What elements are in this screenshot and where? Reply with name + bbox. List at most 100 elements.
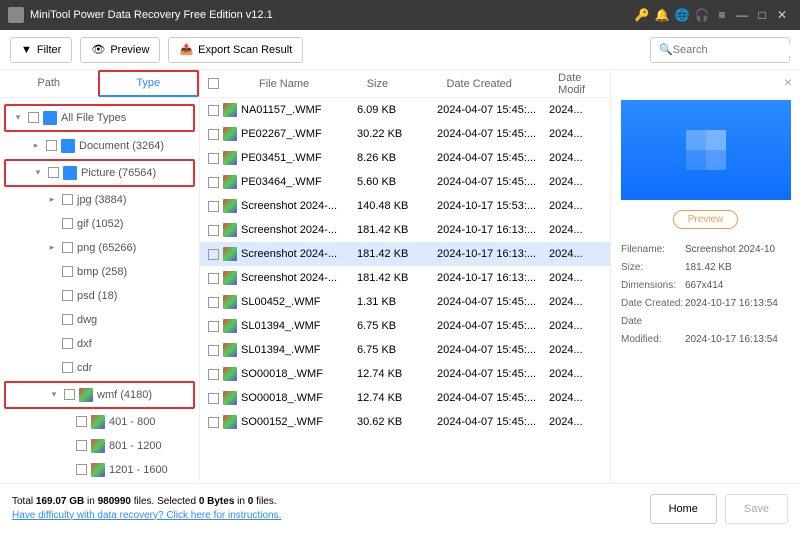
list-header: File Name Size Date Created Date Modif (200, 70, 610, 98)
node-wmf[interactable]: ▾wmf (4180) (6, 383, 193, 407)
node-png[interactable]: ▸png (65266) (0, 236, 199, 260)
table-row[interactable]: SO00018_.WMF12.74 KB2024-04-07 15:45:...… (200, 362, 610, 386)
preview-button[interactable]: 👁Preview (80, 37, 160, 63)
table-row[interactable]: NA01157_.WMF6.09 KB2024-04-07 15:45:...2… (200, 98, 610, 122)
checkbox[interactable] (208, 129, 219, 140)
chevron-right-icon[interactable]: ▸ (30, 140, 42, 151)
node-bmp[interactable]: bmp (258) (0, 260, 199, 284)
checkbox[interactable] (208, 225, 219, 236)
checkbox[interactable] (48, 167, 59, 178)
checkbox[interactable] (208, 105, 219, 116)
table-row[interactable]: SO00152_.WMF30.62 KB2024-04-07 15:45:...… (200, 410, 610, 434)
tab-path[interactable]: Path (0, 70, 98, 97)
close-icon[interactable]: ✕ (772, 8, 792, 22)
checkbox[interactable] (64, 389, 75, 400)
node-dwg[interactable]: dwg (0, 308, 199, 332)
checkbox[interactable] (62, 290, 73, 301)
checkbox[interactable] (208, 273, 219, 284)
node-picture[interactable]: ▾Picture (76564) (6, 161, 193, 185)
col-modified[interactable]: Date Modif (554, 72, 610, 96)
search-box[interactable]: 🔍 (650, 37, 790, 63)
checkbox[interactable] (208, 345, 219, 356)
headset-icon[interactable]: 🎧 (692, 8, 712, 22)
col-filename[interactable]: File Name (223, 78, 363, 90)
node-cdr[interactable]: cdr (0, 356, 199, 380)
node-range-3[interactable]: 1201 - 1600 (0, 458, 199, 482)
bell-icon[interactable]: 🔔 (652, 8, 672, 22)
node-psd[interactable]: psd (18) (0, 284, 199, 308)
export-button[interactable]: 📤Export Scan Result (168, 37, 303, 63)
table-row[interactable]: PE02267_.WMF30.22 KB2024-04-07 15:45:...… (200, 122, 610, 146)
table-row[interactable]: SO00018_.WMF12.74 KB2024-04-07 15:45:...… (200, 386, 610, 410)
table-row[interactable]: Screenshot 2024-...181.42 KB2024-10-17 1… (200, 266, 610, 290)
checkbox[interactable] (62, 242, 73, 253)
checkbox[interactable] (76, 416, 87, 427)
checkbox[interactable] (62, 194, 73, 205)
chevron-down-icon[interactable]: ▾ (32, 167, 44, 178)
table-row[interactable]: PE03451_.WMF8.26 KB2024-04-07 15:45:...2… (200, 146, 610, 170)
checkbox[interactable] (208, 369, 219, 380)
wmf-icon (223, 391, 237, 405)
table-row[interactable]: PE03464_.WMF5.60 KB2024-04-07 15:45:...2… (200, 170, 610, 194)
help-link[interactable]: Have difficulty with data recovery? Clic… (12, 510, 281, 521)
table-row[interactable]: Screenshot 2024-...181.42 KB2024-10-17 1… (200, 218, 610, 242)
checkbox[interactable] (208, 201, 219, 212)
chevron-right-icon[interactable]: ▸ (46, 194, 58, 205)
checkbox[interactable] (28, 112, 39, 123)
wmf-icon (223, 127, 237, 141)
table-row[interactable]: SL01394_.WMF6.75 KB2024-04-07 15:45:...2… (200, 338, 610, 362)
home-button[interactable]: Home (650, 494, 717, 524)
wmf-icon (223, 151, 237, 165)
checkbox[interactable] (62, 338, 73, 349)
filter-button[interactable]: ▼Filter (10, 37, 72, 63)
checkbox[interactable] (62, 314, 73, 325)
footer-info: Total 169.07 GB in 980990 files. Selecte… (12, 495, 642, 523)
key-icon[interactable]: 🔑 (632, 8, 652, 22)
checkbox[interactable] (208, 321, 219, 332)
close-preview-icon[interactable]: × (784, 74, 792, 90)
col-created[interactable]: Date Created (442, 78, 554, 90)
chevron-down-icon[interactable]: ▾ (12, 112, 24, 123)
maximize-icon[interactable]: □ (752, 8, 772, 22)
checkbox[interactable] (46, 140, 57, 151)
node-jpg[interactable]: ▸jpg (3884) (0, 188, 199, 212)
table-row[interactable]: Screenshot 2024-...140.48 KB2024-10-17 1… (200, 194, 610, 218)
checkbox[interactable] (208, 417, 219, 428)
chevron-right-icon[interactable]: ▸ (46, 242, 58, 253)
table-row[interactable]: Screenshot 2024-...181.42 KB2024-10-17 1… (200, 242, 610, 266)
save-button[interactable]: Save (725, 494, 788, 524)
node-range-2[interactable]: 801 - 1200 (0, 434, 199, 458)
wmf-icon (91, 415, 105, 429)
node-gif[interactable]: gif (1052) (0, 212, 199, 236)
search-input[interactable] (673, 44, 800, 56)
wmf-icon (223, 415, 237, 429)
node-all-file-types[interactable]: ▾All File Types (6, 106, 193, 130)
table-row[interactable]: SL00452_.WMF1.31 KB2024-04-07 15:45:...2… (200, 290, 610, 314)
checkbox[interactable] (62, 362, 73, 373)
sidebar: Path Type ▾All File Types ▸Document (326… (0, 70, 200, 483)
col-size[interactable]: Size (363, 78, 443, 90)
preview-file-button[interactable]: Preview (673, 210, 739, 229)
checkbox[interactable] (62, 266, 73, 277)
node-range-1[interactable]: 401 - 800 (0, 410, 199, 434)
wmf-icon (223, 247, 237, 261)
globe-icon[interactable]: 🌐 (672, 8, 692, 22)
table-row[interactable]: SL01394_.WMF6.75 KB2024-04-07 15:45:...2… (200, 314, 610, 338)
checkbox[interactable] (208, 249, 219, 260)
checkbox[interactable] (208, 177, 219, 188)
chevron-down-icon[interactable]: ▾ (48, 389, 60, 400)
checkbox[interactable] (208, 297, 219, 308)
checkbox[interactable] (208, 153, 219, 164)
checkbox[interactable] (76, 464, 87, 475)
node-dxf[interactable]: dxf (0, 332, 199, 356)
checkbox[interactable] (208, 393, 219, 404)
checkbox-all[interactable] (208, 78, 219, 89)
minimize-icon[interactable]: — (732, 8, 752, 22)
checkbox[interactable] (76, 440, 87, 451)
tab-type[interactable]: Type (98, 70, 200, 97)
display-icon (43, 111, 57, 125)
menu-icon[interactable]: ≡ (712, 8, 732, 22)
wmf-icon (223, 319, 237, 333)
checkbox[interactable] (62, 218, 73, 229)
node-document[interactable]: ▸Document (3264) (0, 134, 199, 158)
